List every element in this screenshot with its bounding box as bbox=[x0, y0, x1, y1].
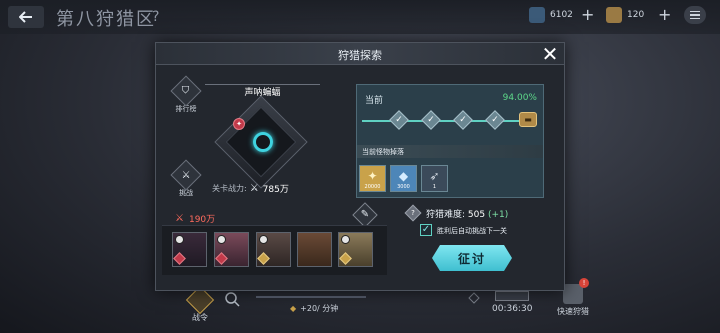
auto-next-label: 胜利后自动挑战下一关 bbox=[437, 227, 507, 235]
difficulty-value: 505 bbox=[467, 210, 486, 220]
drop-item-ammo[interactable]: ➶ 1 bbox=[421, 165, 448, 192]
reward-chest-icon[interactable]: ▬ bbox=[519, 112, 537, 127]
team-member-card[interactable] bbox=[338, 232, 373, 267]
divider bbox=[256, 296, 366, 298]
fight-button[interactable]: 征讨 bbox=[432, 245, 512, 271]
back-button[interactable] bbox=[8, 6, 44, 28]
team-member-card[interactable] bbox=[214, 232, 249, 267]
resource-1-value: 6102 bbox=[550, 10, 573, 20]
pin-icon bbox=[259, 235, 268, 244]
coin-icon: ◆ bbox=[290, 304, 297, 313]
menu-line bbox=[690, 17, 700, 20]
stage-power-value: 785万 bbox=[262, 185, 289, 195]
stage-power: 关卡战力: ⚔ 785万 bbox=[212, 182, 289, 195]
leaderboard-icon: ⛉ bbox=[170, 75, 202, 107]
quick-hunt-icon: ! bbox=[563, 278, 589, 304]
challenge-icon: ⚔ bbox=[170, 159, 202, 191]
help-icon[interactable]: ? bbox=[152, 9, 159, 25]
pin-icon bbox=[175, 235, 184, 244]
team-power-value: 190万 bbox=[188, 215, 216, 225]
dialog-title: 狩猎探索 bbox=[338, 49, 382, 62]
back-arrow-icon bbox=[19, 11, 32, 23]
drop-item-gold-coin[interactable]: ✦ 20000 bbox=[359, 165, 386, 192]
resource-1-plus-button[interactable]: + bbox=[581, 5, 594, 24]
menu-button[interactable] bbox=[684, 6, 706, 24]
rate-text: +20/ 分钟 bbox=[300, 304, 339, 313]
rate-indicator: ◆ +20/ 分钟 bbox=[290, 303, 338, 314]
difficulty: 狩猎难度: 505 (+1) bbox=[426, 207, 508, 220]
team-member-card[interactable] bbox=[172, 232, 207, 267]
arrow-up-icon bbox=[468, 292, 480, 306]
pin-icon bbox=[217, 235, 226, 244]
warlord-button[interactable]: 战令 bbox=[183, 285, 217, 323]
check-icon: ✓ bbox=[395, 115, 403, 125]
resource-2-plus-button[interactable]: + bbox=[658, 5, 671, 24]
element-badge-icon bbox=[257, 252, 270, 265]
check-icon: ✓ bbox=[491, 115, 499, 125]
drop-count: 20000 bbox=[364, 184, 381, 190]
current-label: 当前 bbox=[365, 96, 384, 106]
pin-icon bbox=[341, 235, 350, 244]
pencil-icon: ✎ bbox=[360, 209, 370, 220]
stamina-icon bbox=[606, 7, 622, 23]
element-badge-icon bbox=[215, 252, 228, 265]
close-button[interactable]: ✕ bbox=[539, 44, 561, 66]
warlord-label: 战令 bbox=[192, 313, 208, 322]
drop-item-blue-crystal[interactable]: ◆ 3000 bbox=[390, 165, 417, 192]
element-badge-icon bbox=[173, 252, 186, 265]
crossed-swords-icon: ⚔ bbox=[249, 183, 259, 194]
check-icon: ✓ bbox=[459, 115, 467, 125]
timer: 00:36:30 bbox=[492, 304, 533, 314]
quick-hunt-label: 快速狩猎 bbox=[557, 307, 589, 316]
top-bar: 第八狩猎区 ? 6102 + 120 + bbox=[0, 0, 720, 34]
menu-line bbox=[690, 10, 700, 13]
boss-sonar-core bbox=[253, 132, 273, 152]
gold-coin-icon: ✦ bbox=[367, 169, 378, 183]
timer-block: 00:36:30 bbox=[492, 291, 532, 314]
search-icon[interactable] bbox=[224, 291, 240, 309]
ammo-icon: ➶ bbox=[429, 169, 440, 183]
team-member-card[interactable] bbox=[256, 232, 291, 267]
current-percent: 94.00% bbox=[502, 93, 537, 103]
leaderboard-button[interactable]: ⛉ 排行榜 bbox=[169, 75, 203, 114]
element-badge-icon bbox=[339, 252, 352, 265]
boss-element-badge: ✦ bbox=[233, 118, 245, 130]
quick-hunt-badge: ! bbox=[579, 278, 589, 288]
stage-power-label: 关卡战力: bbox=[212, 184, 247, 193]
team-power: ⚔ 190万 bbox=[175, 212, 215, 225]
difficulty-bonus: (+1) bbox=[487, 210, 509, 220]
drops-label: 当前怪物掉落 bbox=[362, 148, 404, 156]
resource-1: 6102 bbox=[529, 7, 573, 23]
page-title: 第八狩猎区 bbox=[56, 9, 156, 30]
crystal-icon bbox=[529, 7, 545, 23]
menu-line bbox=[690, 14, 700, 16]
dialog-header: 狩猎探索 bbox=[156, 43, 564, 65]
check-icon: ✓ bbox=[427, 115, 435, 125]
drop-count: 1 bbox=[432, 184, 437, 190]
challenge-button[interactable]: ⚔ 挑战 bbox=[169, 159, 203, 198]
difficulty-label: 狩猎难度: bbox=[426, 210, 466, 220]
auto-next-checkbox[interactable]: ✓ bbox=[420, 224, 432, 236]
blue-crystal-icon: ◆ bbox=[398, 169, 409, 183]
resource-2-value: 120 bbox=[627, 10, 645, 20]
team-member-card[interactable] bbox=[297, 232, 332, 267]
crossed-swords-icon: ⚔ bbox=[175, 213, 184, 224]
battery-icon bbox=[495, 291, 530, 301]
resource-2: 120 bbox=[606, 7, 644, 23]
drop-count: 3000 bbox=[397, 184, 410, 190]
